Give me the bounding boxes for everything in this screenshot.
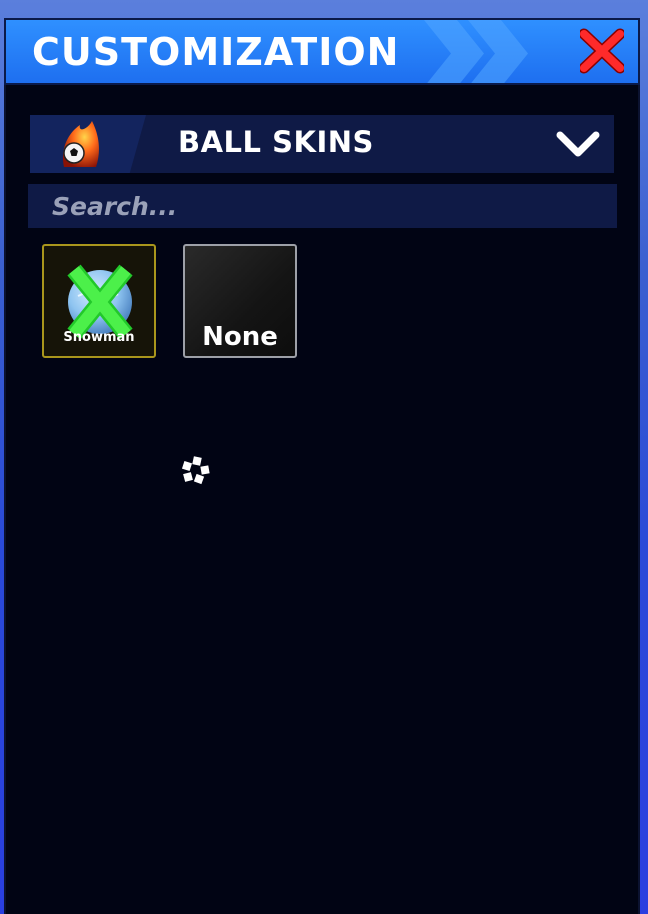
title-bar: CUSTOMIZATION [4,18,640,85]
close-button[interactable] [578,28,626,74]
category-label: BALL SKINS [178,125,374,159]
window-title: CUSTOMIZATION [32,30,400,74]
chevron-down-icon[interactable] [554,127,602,161]
skin-item-none[interactable]: None [183,244,297,358]
skin-item-label: Snowman [63,330,135,345]
search-input[interactable] [28,184,617,228]
loading-spinner-icon [181,456,210,485]
skin-item-label: None [202,322,278,352]
title-chevron-decoration [424,20,484,83]
skin-item-snowman[interactable]: Snowman [42,244,156,358]
category-dropdown[interactable]: BALL SKINS [30,115,614,173]
flaming-ball-icon [62,121,99,167]
close-x-icon [578,28,626,74]
